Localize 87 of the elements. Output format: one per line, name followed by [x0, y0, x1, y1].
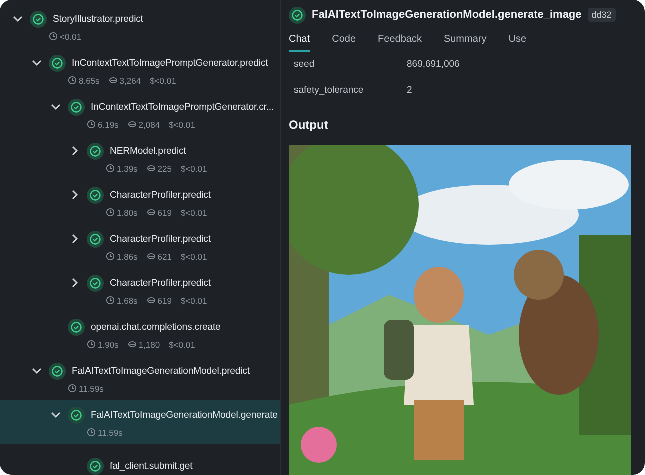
span-name: FalAITextToImageGenerationModel.generate: [91, 410, 278, 420]
duration: 11.59s: [87, 428, 123, 438]
token-count: 621: [146, 252, 172, 262]
span-name: CharacterProfiler.predict: [110, 278, 211, 288]
cost: $<0.01: [180, 208, 208, 218]
check-circle-icon: [87, 142, 104, 160]
cost: $<0.01: [169, 120, 196, 130]
check-circle-icon: [87, 230, 104, 248]
check-circle-icon: [68, 318, 85, 336]
param-name: safety_tolerance: [294, 84, 365, 96]
tab[interactable]: Use: [508, 30, 527, 52]
clock-icon: [106, 252, 115, 261]
tab[interactable]: Feedback: [378, 30, 422, 52]
check-circle-icon: [30, 10, 47, 28]
span-name: fal_client.submit.get: [110, 460, 193, 472]
coin-icon: [146, 208, 156, 217]
coin-icon: [128, 340, 137, 349]
clock-icon: [87, 340, 96, 349]
check-circle-icon: [289, 6, 306, 24]
coin-icon: [128, 120, 137, 129]
clock-icon: [87, 120, 96, 129]
span-name: CharacterProfiler.predict: [110, 234, 211, 244]
span-name: NERModel.predict: [110, 146, 186, 156]
id-tag: dd32: [588, 8, 616, 22]
span-name: StoryIllustrator.predict: [53, 14, 144, 24]
span-name: InContextTextToImagePromptGenerator.cr...: [91, 102, 274, 112]
trace-row[interactable]: CharacterProfiler.predict 1.86s 621 $<0.01: [0, 224, 280, 268]
param-name: seed: [294, 59, 316, 70]
cost: $<0.01: [180, 296, 208, 306]
trace-row[interactable]: InContextTextToImagePromptGenerator.cr... 6.19s 2,084 $<0.01: [0, 92, 280, 136]
clock-icon: [68, 384, 77, 393]
coin-icon: [146, 296, 156, 305]
span-title: FalAITextToImageGenerationModel.generate_image: [312, 9, 582, 22]
cost: $<0.01: [150, 76, 176, 86]
tab[interactable]: Summary: [444, 30, 487, 52]
section-heading: Output: [289, 118, 330, 132]
clock-icon: [49, 32, 58, 41]
span-name: openai.chat.completions.create: [91, 322, 221, 332]
clock-icon: [106, 296, 115, 305]
check-circle-icon: [87, 186, 104, 204]
span-name: CharacterProfiler.predict: [110, 190, 211, 200]
trace-row[interactable]: FalAITextToImageGenerationModel.generate 11.59s: [0, 400, 280, 444]
check-circle-icon: [87, 458, 104, 474]
token-count: 225: [146, 164, 172, 174]
duration: 1.90s: [87, 340, 119, 350]
clock-icon: [68, 76, 77, 85]
check-circle-icon: [68, 406, 85, 424]
check-circle-icon: [87, 274, 104, 292]
token-count: 3,264: [108, 76, 142, 86]
tab[interactable]: Code: [332, 30, 356, 52]
trace-row[interactable]: StoryIllustrator.predict <0.01: [0, 4, 280, 48]
check-circle-icon: [68, 98, 85, 116]
trace-row[interactable]: NERModel.predict 1.39s 225 $<0.01: [0, 136, 280, 180]
trace-row[interactable]: fal_client.submit.get: [0, 444, 280, 475]
clock-icon: [106, 164, 115, 173]
trace-row[interactable]: openai.chat.completions.create 1.90s 1,180 $<0.01: [0, 312, 280, 356]
token-count: 1,180: [128, 340, 160, 350]
coin-icon: [146, 252, 156, 261]
duration: 8.65s: [68, 76, 100, 86]
cost: $<0.01: [180, 164, 208, 174]
duration: 1.86s: [106, 252, 138, 262]
cost: $<0.01: [180, 252, 208, 262]
trace-row[interactable]: InContextTextToImagePromptGenerator.predict 8.65s 3,264 $<0.01: [0, 48, 280, 92]
duration: 1.39s: [106, 164, 138, 174]
duration: 6.19s: [87, 120, 119, 130]
duration: 1.68s: [106, 296, 138, 306]
param-value: 2: [407, 84, 412, 96]
token-count: 619: [146, 208, 172, 218]
check-circle-icon: [49, 362, 66, 380]
duration: <0.01: [49, 32, 82, 42]
param-value: 869,691,006: [407, 59, 460, 70]
coin-icon: [108, 76, 118, 85]
trace-row[interactable]: CharacterProfiler.predict 1.68s 619 $<0.01: [0, 268, 280, 312]
cost: $<0.01: [169, 340, 196, 350]
clock-icon: [106, 208, 115, 217]
check-circle-icon: [49, 54, 66, 72]
token-count: 2,084: [128, 120, 160, 130]
trace-row[interactable]: FalAITextToImageGenerationModel.predict 11.59s: [0, 356, 280, 400]
tab[interactable]: Chat: [289, 30, 310, 52]
coin-icon: [146, 164, 156, 173]
token-count: 619: [146, 296, 172, 306]
clock-icon: [87, 428, 96, 437]
duration: 11.59s: [68, 384, 104, 394]
span-name: FalAITextToImageGenerationModel.predict: [72, 366, 250, 376]
span-name: InContextTextToImagePromptGenerator.predict: [72, 58, 268, 68]
duration: 1.80s: [106, 208, 138, 218]
trace-row[interactable]: CharacterProfiler.predict 1.80s 619 $<0.01: [0, 180, 280, 224]
